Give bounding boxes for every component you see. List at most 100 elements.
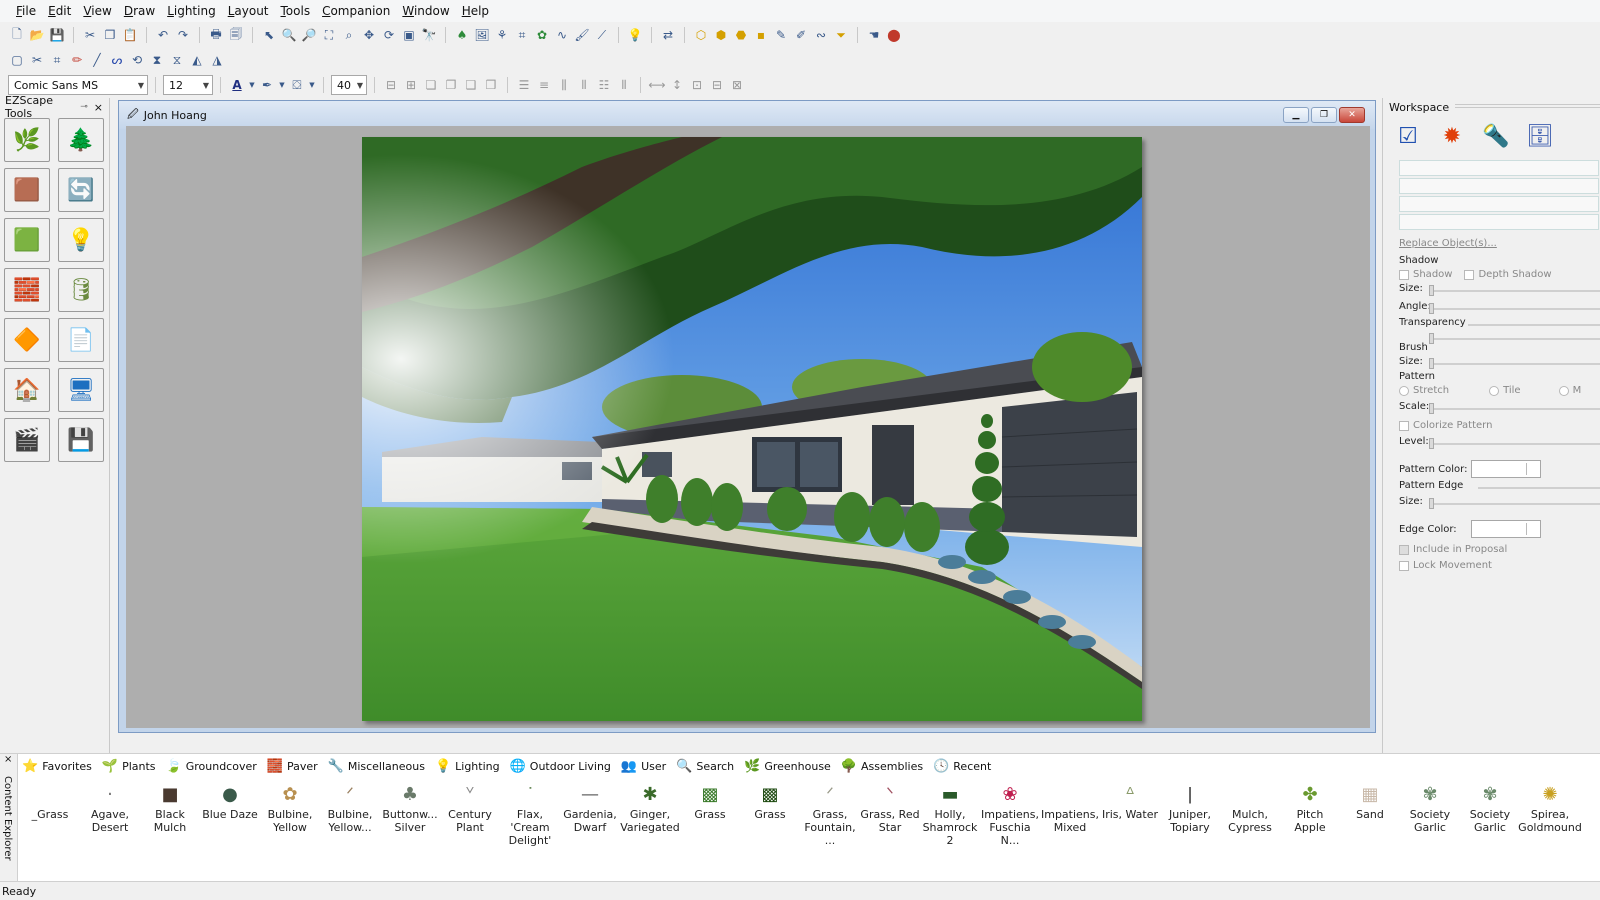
distribute-vertical-icon[interactable]: ☷ [595, 76, 613, 94]
area-icon[interactable]: ⌗ [513, 26, 531, 44]
edge-size-slider[interactable] [1429, 498, 1600, 509]
pan-icon[interactable]: ✥ [360, 26, 378, 44]
content-item[interactable]: ᐝ Flax, 'Cream Delight' [500, 780, 560, 852]
scale-slider[interactable] [1429, 403, 1600, 414]
shadow-checkbox[interactable] [1399, 269, 1409, 280]
ezscape-tool-tablet-save[interactable]: 💾 [58, 418, 104, 462]
arrange-icon[interactable]: ⬣ [732, 26, 750, 44]
design-canvas[interactable] [126, 126, 1370, 728]
tab-outdoor-living[interactable]: 🌐 Outdoor Living [510, 759, 611, 774]
flashlight-icon[interactable]: 🔦 [1482, 122, 1509, 150]
ezscape-tool-wall-paint[interactable]: 🧱 [4, 268, 50, 312]
tab-lighting[interactable]: 💡 Lighting [435, 759, 500, 774]
slider-knob[interactable] [1429, 285, 1434, 296]
zoom-window-icon[interactable]: ⌕ [340, 26, 358, 44]
content-item[interactable]: Mulch, Cypress [1220, 780, 1280, 852]
font-color-icon[interactable]: A [228, 76, 246, 94]
bring-forward-icon[interactable]: ❏ [422, 76, 440, 94]
image-icon[interactable]: 🖼 [473, 26, 491, 44]
stretch-radio[interactable] [1399, 385, 1409, 396]
content-item[interactable]: · Agave, Desert [80, 780, 140, 852]
replace-objects-button[interactable]: Replace Object(s)... [1399, 238, 1497, 249]
workspace-field-3[interactable] [1399, 196, 1599, 212]
maximize-button[interactable]: ❐ [1311, 107, 1337, 123]
menu-layout[interactable]: Layout [222, 4, 275, 18]
font-size-select[interactable]: 12 ▼ [163, 75, 213, 95]
rectangle-icon[interactable]: ▢ [8, 51, 26, 69]
depth-shadow-checkbox[interactable] [1464, 269, 1475, 280]
pencil-icon[interactable]: ✏ [68, 51, 86, 69]
tab-favorites[interactable]: ⭐ Favorites [22, 759, 92, 774]
ezscape-tool-report[interactable]: 📄 [58, 318, 104, 362]
tab-recent[interactable]: 🕓 Recent [933, 759, 991, 774]
menu-tools[interactable]: Tools [275, 4, 317, 18]
slider-knob[interactable] [1429, 333, 1434, 344]
draw-line-icon[interactable]: ╱ [88, 51, 106, 69]
distribute-icon[interactable]: ⫴ [575, 76, 593, 94]
rotate-icon[interactable]: ⟲ [128, 51, 146, 69]
close-icon[interactable]: × [4, 754, 12, 765]
edit-spline-icon[interactable]: ∾ [812, 26, 830, 44]
edge-color-picker[interactable] [1470, 520, 1541, 538]
cut-icon[interactable]: ✂ [81, 26, 99, 44]
new-file-icon[interactable]: 🗋 [8, 26, 26, 44]
content-item[interactable]: _Grass [20, 780, 80, 852]
line-color-icon[interactable]: ✒ [258, 76, 276, 94]
content-item[interactable]: ✾ Society Garlic [1460, 780, 1520, 852]
content-item[interactable]: ✾ Society Garlic [1400, 780, 1460, 852]
menu-lighting[interactable]: Lighting [161, 4, 222, 18]
menu-help[interactable]: Help [456, 4, 495, 18]
content-item[interactable]: ▩ Grass [740, 780, 800, 852]
tab-groundcover[interactable]: 🍃 Groundcover [166, 759, 257, 774]
node-icon[interactable]: ▪ [752, 26, 770, 44]
measure-icon[interactable]: ⇄ [659, 26, 677, 44]
dropdown-arrow-icon[interactable]: ▼ [248, 76, 256, 94]
bring-front-icon[interactable]: ❑ [462, 76, 480, 94]
workspace-field-4[interactable] [1399, 214, 1599, 230]
content-item[interactable]: ❀ Impatiens, Fuschia N... [980, 780, 1040, 852]
content-item[interactable]: ▦ Sand [1340, 780, 1400, 852]
tab-search[interactable]: 🔍 Search [676, 759, 734, 774]
refresh-icon[interactable]: ⟳ [380, 26, 398, 44]
transparency-slider[interactable] [1429, 333, 1600, 344]
content-item[interactable]: — Gardenia, Dwarf [560, 780, 620, 852]
ungroup-icon[interactable]: ⬢ [712, 26, 730, 44]
scissors-icon[interactable]: ✂ [28, 51, 46, 69]
font-family-select[interactable]: Comic Sans MS ▼ [8, 75, 148, 95]
dropdown-arrow-icon[interactable]: ▼ [308, 76, 316, 94]
shrub-icon[interactable]: ✿ [533, 26, 551, 44]
select-pointer-icon[interactable]: ⬉ [260, 26, 278, 44]
save-icon[interactable]: 💾 [48, 26, 66, 44]
content-item[interactable]: ᐠ Grass, Red Star [860, 780, 920, 852]
menu-draw[interactable]: Draw [118, 4, 161, 18]
workspace-field-1[interactable] [1399, 160, 1599, 176]
flip-horizontal-icon[interactable]: ◭ [188, 51, 206, 69]
content-item[interactable]: ᐟ Grass, Fountain, ... [800, 780, 860, 852]
open-folder-icon[interactable]: 📂 [28, 26, 46, 44]
redraw-icon[interactable]: ▣ [400, 26, 418, 44]
level-slider[interactable] [1429, 438, 1600, 449]
ezscape-tool-material-database[interactable]: 🛢 [58, 268, 104, 312]
companion-icon[interactable]: ⬤ [885, 26, 903, 44]
colorize-checkbox[interactable] [1399, 420, 1409, 431]
zoom-in-icon[interactable]: 🔍 [280, 26, 298, 44]
ezscape-tool-lighting[interactable]: 💡 [58, 218, 104, 262]
print-preview-icon[interactable]: 🗐 [227, 26, 245, 44]
content-item[interactable]: ᐟ Bulbine, Yellow... [320, 780, 380, 852]
flip-icon[interactable]: ⧖ [168, 51, 186, 69]
ezscape-tool-video-help[interactable]: 🎬 [4, 418, 50, 462]
workspace-field-2[interactable] [1399, 178, 1599, 194]
ezscape-tool-presentation[interactable]: 🖥 [58, 368, 104, 412]
ezscape-tool-grass-paint[interactable]: 🌿 [4, 118, 50, 162]
menu-view[interactable]: View [77, 4, 117, 18]
line-width-select[interactable]: 40 ▼ [331, 75, 367, 95]
dropdown-arrow-icon[interactable]: ▼ [278, 76, 286, 94]
checklist-icon[interactable]: ☑ [1395, 122, 1421, 150]
panel-grip[interactable] [1455, 104, 1600, 110]
include-proposal-checkbox[interactable] [1399, 544, 1409, 555]
content-item[interactable]: ǀ Juniper, Topiary [1160, 780, 1220, 852]
align-left-icon[interactable]: ⊟ [382, 76, 400, 94]
curve-icon[interactable]: ∿ [553, 26, 571, 44]
align-bottom-icon[interactable]: ⫼ [555, 76, 573, 94]
plant-icon[interactable]: ♠ [453, 26, 471, 44]
